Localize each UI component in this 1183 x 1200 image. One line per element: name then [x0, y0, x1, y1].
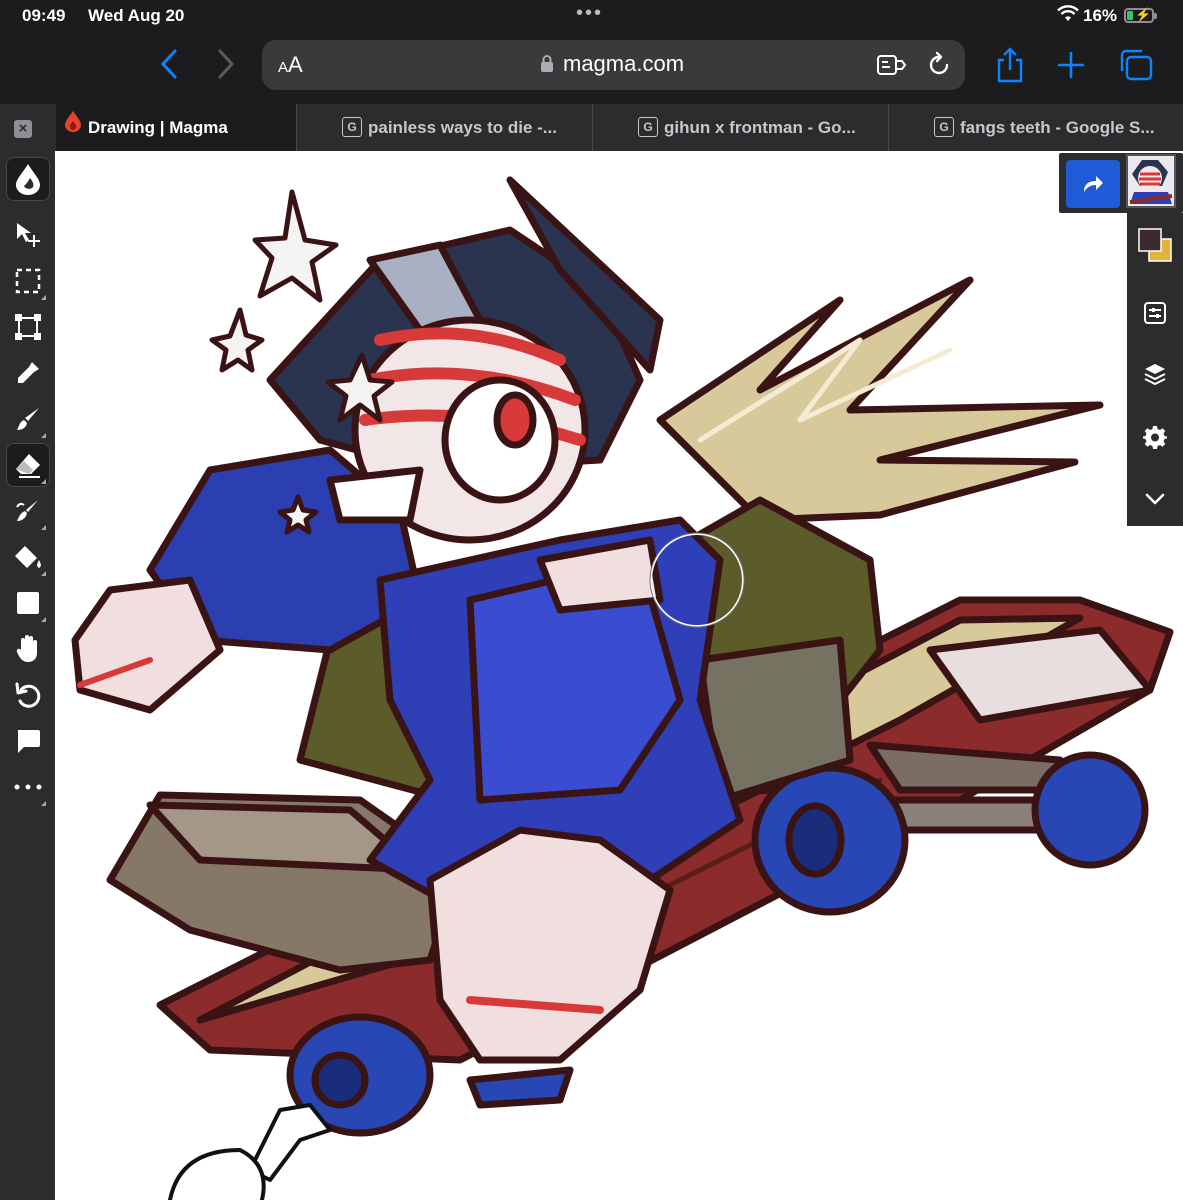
adjustments-icon: [1144, 302, 1166, 324]
comment-tool[interactable]: [6, 719, 50, 763]
text-size-button[interactable]: AA: [278, 52, 303, 78]
settings-button[interactable]: [1135, 417, 1175, 457]
google-favicon-icon: G: [638, 116, 658, 137]
tab-google-search-3[interactable]: Gfangs teeth - Google S...: [934, 104, 1174, 151]
more-tools[interactable]: [6, 765, 50, 809]
url-text: magma.com: [563, 51, 685, 76]
battery-icon: ⚡: [1124, 7, 1157, 23]
plus-icon[interactable]: [1056, 50, 1086, 85]
right-header-panel: [1059, 153, 1183, 213]
move-tool[interactable]: [6, 213, 50, 257]
wifi-icon: [1057, 5, 1079, 28]
forward-button[interactable]: [210, 46, 240, 82]
undo-icon: [15, 682, 41, 708]
eraser-tool[interactable]: [6, 443, 50, 487]
lock-icon: [539, 54, 555, 79]
settings-icon: [1143, 426, 1167, 449]
smudge-icon: [16, 500, 38, 521]
tab-title: gihun x frontman - Go...: [664, 118, 856, 137]
reload-icon[interactable]: [926, 51, 952, 84]
artwork-illustration: [71, 176, 1174, 1200]
color-picker-button[interactable]: [1135, 225, 1175, 265]
status-date: Wed Aug 20: [88, 6, 185, 25]
layers-button[interactable]: [1135, 354, 1175, 394]
reader-icon[interactable]: [876, 53, 908, 82]
magma-icon: [64, 104, 82, 150]
tab-drawing-magma[interactable]: Drawing | Magma: [56, 104, 296, 151]
collapse-panel-button[interactable]: [1135, 479, 1175, 519]
fill-bucket-icon: [15, 546, 41, 568]
close-tab-button[interactable]: ×: [14, 120, 32, 138]
back-button[interactable]: [155, 46, 185, 82]
redo-button[interactable]: [1066, 160, 1120, 208]
tab-google-search-1[interactable]: Gpainless ways to die -...: [342, 104, 582, 151]
status-time: 09:49: [22, 6, 66, 25]
comment-icon: [17, 730, 40, 753]
chevron-right-icon: [218, 49, 234, 79]
tab-bar: × Drawing | Magma Gpainless ways to die …: [0, 104, 1183, 151]
tab-title: Drawing | Magma: [88, 118, 228, 137]
transform-tool[interactable]: [6, 305, 50, 349]
eyedropper-tool[interactable]: [6, 351, 50, 395]
status-bar: 09:49 Wed Aug 20 ••• 16% ⚡: [0, 0, 1183, 32]
hand-tool[interactable]: [6, 627, 50, 671]
multitasking-dots[interactable]: •••: [576, 2, 603, 25]
transform-icon: [15, 314, 41, 340]
google-favicon-icon: G: [342, 116, 362, 137]
tabs-icon[interactable]: [1118, 49, 1154, 86]
chevron-down-icon: [1145, 493, 1165, 505]
shape-tool[interactable]: [6, 581, 50, 625]
browser-toolbar: AA magma.com: [0, 32, 1183, 102]
battery-percent: 16%: [1083, 6, 1118, 25]
brush-icon: [17, 408, 39, 430]
brush-presets-icon: [16, 164, 40, 195]
brush-tool[interactable]: [6, 397, 50, 441]
canvas-thumbnail[interactable]: [1126, 154, 1176, 208]
eraser-icon: [16, 454, 40, 478]
tab-google-search-2[interactable]: Ggihun x frontman - Go...: [638, 104, 878, 151]
fill-tool[interactable]: [6, 535, 50, 579]
artwork-thumbnail-icon: [1128, 156, 1174, 206]
layers-icon: [1144, 364, 1166, 386]
tab-title: fangs teeth - Google S...: [960, 118, 1155, 137]
shape-icon: [17, 592, 39, 614]
eyedropper-icon: [18, 362, 39, 383]
tab-title: painless ways to die -...: [368, 118, 557, 137]
right-tool-panel: [1127, 213, 1183, 526]
color-swatch-icon: [1138, 228, 1172, 262]
marquee-select-icon: [15, 268, 41, 294]
hand-icon: [16, 635, 37, 662]
undo-tool[interactable]: [6, 673, 50, 717]
smudge-tool[interactable]: [6, 489, 50, 533]
chevron-left-icon: [161, 49, 177, 79]
drawing-canvas[interactable]: [55, 151, 1183, 1200]
move-icon: [17, 223, 40, 247]
redo-icon: [1084, 176, 1103, 192]
marquee-select-tool[interactable]: [6, 259, 50, 303]
share-icon[interactable]: [995, 46, 1025, 89]
more-icon: [14, 784, 42, 790]
address-bar[interactable]: AA magma.com: [262, 40, 965, 90]
adjustments-button[interactable]: [1135, 293, 1175, 333]
brush-presets-tool[interactable]: [6, 157, 50, 201]
tool-sidebar: [0, 151, 55, 1200]
google-favicon-icon: G: [934, 116, 954, 137]
